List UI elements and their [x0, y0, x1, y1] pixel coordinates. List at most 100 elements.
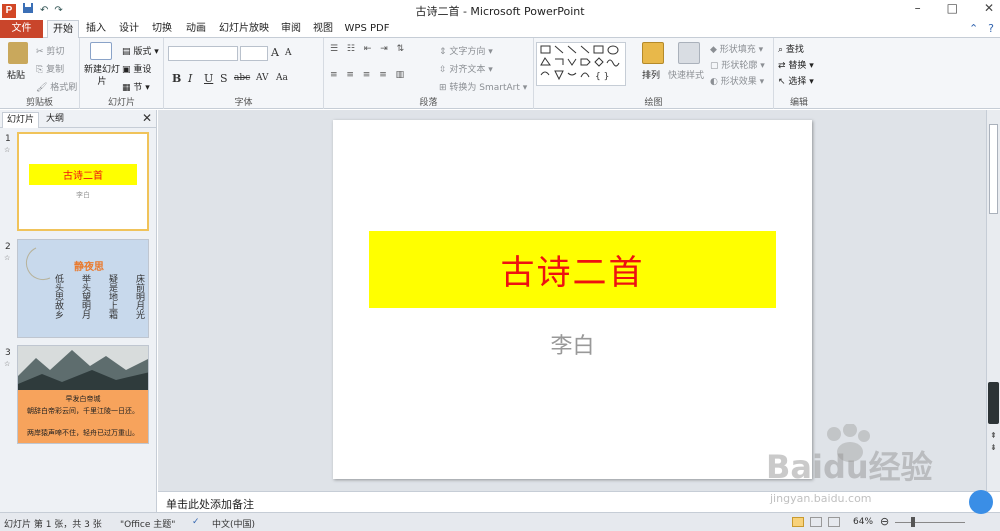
copy-button[interactable]: ⎘ 复制 [36, 62, 64, 75]
smartart-label: 转换为 SmartArt [449, 83, 520, 93]
side-widget[interactable] [988, 382, 999, 424]
cut-label: 剪切 [46, 47, 65, 57]
ribbon-right-controls: ⌃ ? [969, 22, 994, 35]
tab-view[interactable]: 视图 [311, 20, 335, 38]
poem-line: 朝辞白帝彩云间，千里江陵一日还。 [27, 407, 139, 415]
notes-pane[interactable]: 单击此处添加备注 [158, 491, 1000, 512]
find-button[interactable]: ⌕ 查找 [778, 42, 804, 55]
reading-view-icon[interactable] [828, 517, 840, 527]
reset-button[interactable]: ▣ 重设 [122, 62, 151, 75]
italic-button[interactable]: I [188, 72, 192, 85]
vertical-scrollbar[interactable]: ⇞ ⇟ [986, 110, 1000, 491]
shapes-gallery[interactable]: { } [536, 42, 626, 86]
current-slide[interactable]: 古诗二首 李白 [333, 120, 812, 479]
svg-text:{ }: { } [595, 72, 609, 82]
theme-status[interactable]: "Office 主题" [120, 517, 175, 530]
tab-slideshow[interactable]: 幻灯片放映 [218, 20, 270, 38]
minimize-button[interactable]: – [915, 1, 921, 15]
arrange-icon[interactable] [642, 42, 664, 64]
shadow-button[interactable]: S [220, 72, 228, 85]
normal-view-icon[interactable] [792, 517, 804, 527]
thumb-number: 3 [5, 348, 11, 358]
format-painter-button[interactable]: 🖌 格式刷 [36, 80, 77, 93]
spellcheck-icon[interactable]: ✓ [192, 517, 200, 527]
replace-button[interactable]: ⇄ 替换 ▾ [778, 58, 814, 71]
format-painter-label: 格式刷 [50, 83, 78, 93]
tab-outline[interactable]: 大纲 [42, 112, 68, 128]
shape-outline-button[interactable]: ▢ 形状轮廓 ▾ [710, 58, 765, 71]
align-text-label: 对齐文本 [449, 65, 486, 75]
zoom-out-icon[interactable]: ⊖ [880, 515, 889, 528]
strikethrough-button[interactable]: abc [234, 73, 250, 83]
paste-button[interactable]: 粘贴 [7, 68, 25, 81]
align-text-button[interactable]: ⇳ 对齐文本 ▾ [439, 62, 493, 75]
language-status[interactable]: 中文(中国) [212, 517, 255, 530]
paste-icon[interactable] [8, 42, 28, 64]
window-title: 古诗二首 - Microsoft PowerPoint [415, 5, 585, 18]
zoom-level[interactable]: 64% [853, 517, 873, 527]
tab-home[interactable]: 开始 [47, 20, 79, 39]
animation-icon: ☆ [4, 146, 11, 154]
new-slide-icon[interactable] [90, 42, 112, 60]
tab-slides[interactable]: 幻灯片 [2, 112, 40, 128]
poem-line: 低头思故乡 [53, 274, 63, 319]
copy-label: 复制 [46, 65, 65, 75]
align-buttons[interactable]: ≡ ≡ ≡ ≡ ▥ [330, 70, 407, 80]
cut-button[interactable]: ✂ 剪切 [36, 44, 64, 57]
shape-fill-button[interactable]: ◆ 形状填充 ▾ [710, 42, 763, 55]
collapse-ribbon-icon[interactable]: ⌃ [969, 22, 978, 35]
slide-subtitle[interactable]: 李白 [333, 328, 812, 360]
layout-button[interactable]: ▤ 版式 ▾ [122, 44, 159, 57]
new-slide-button[interactable]: 新建幻灯片 [84, 64, 120, 88]
tab-transitions[interactable]: 切换 [148, 20, 176, 38]
tab-insert[interactable]: 插入 [82, 20, 110, 38]
slide-title-box[interactable]: 古诗二首 [369, 231, 776, 308]
tab-wps-pdf[interactable]: WPS PDF [344, 20, 390, 38]
paragraph-group-label: 段落 [419, 98, 438, 108]
tab-design[interactable]: 设计 [115, 20, 143, 38]
text-direction-button[interactable]: ⇕ 文字方向 ▾ [439, 44, 493, 57]
thumb-title: 古诗二首 [63, 171, 103, 182]
font-size-combo[interactable] [240, 46, 268, 61]
help-icon[interactable]: ? [988, 22, 994, 35]
close-button[interactable]: ✕ [984, 1, 994, 15]
thumb-title-box: 古诗二首 [29, 164, 137, 185]
tab-review[interactable]: 审阅 [279, 20, 303, 38]
shape-effects-button[interactable]: ◐ 形状效果 ▾ [710, 74, 764, 87]
sorter-view-icon[interactable] [810, 517, 822, 527]
font-name-combo[interactable] [168, 46, 238, 61]
scrollbar-thumb[interactable] [989, 124, 998, 214]
section-button[interactable]: ▦ 节 ▾ [122, 80, 150, 93]
tab-animations[interactable]: 动画 [182, 20, 210, 38]
underline-button[interactable]: U [204, 72, 213, 85]
arrange-button[interactable]: 排列 [642, 68, 660, 81]
editing-group: ⌕ 查找 ⇄ 替换 ▾ ↖ 选择 ▾ 编辑 [774, 38, 824, 109]
quick-styles-button[interactable]: 快速样式 [668, 68, 704, 81]
shape-outline-label: 形状轮廓 [721, 61, 758, 71]
tab-file[interactable]: 文件 [0, 20, 43, 38]
slides-group-label: 幻灯片 [107, 98, 135, 108]
panel-tabs: 幻灯片 大纲 ✕ [0, 110, 157, 128]
zoom-slider[interactable] [895, 522, 965, 523]
smartart-button[interactable]: ⊞ 转换为 SmartArt ▾ [439, 80, 527, 93]
zoom-slider-thumb[interactable] [911, 517, 915, 527]
thumb-number: 1 [5, 134, 11, 144]
slide-thumbnail-2[interactable]: 静夜思 床前明月光 疑是地上霜 举头望明月 低头思故乡 [17, 239, 149, 338]
list-buttons[interactable]: ☰ ☷ ⇤ ⇥ ⇅ [330, 44, 407, 54]
quick-styles-icon[interactable] [678, 42, 700, 64]
close-panel-icon[interactable]: ✕ [142, 111, 152, 125]
maximize-button[interactable]: □ [947, 1, 958, 15]
change-case-button[interactable]: Aa [276, 73, 288, 83]
shrink-font-button[interactable]: A [285, 48, 292, 58]
bold-button[interactable]: B [172, 72, 181, 85]
replace-label: 替换 [788, 61, 807, 71]
grow-font-button[interactable]: A [271, 46, 279, 59]
select-button[interactable]: ↖ 选择 ▾ [778, 74, 814, 87]
slide-nav-arrows[interactable]: ⇞ ⇟ [990, 430, 997, 454]
slide-thumbnail-3[interactable]: 早发白帝城 朝辞白帝彩云间，千里江陵一日还。 两岸猿声啼不住，轻舟已过万重山。 [17, 345, 149, 444]
font-group: A A B I U S abc AV Aa 字体 [164, 38, 324, 109]
poem-line: 床前明月光 [134, 274, 144, 319]
slide-thumbnail-1[interactable]: 古诗二首 李白 [17, 132, 149, 231]
poem-line: 举头望明月 [80, 274, 90, 319]
char-spacing-button[interactable]: AV [256, 73, 269, 83]
